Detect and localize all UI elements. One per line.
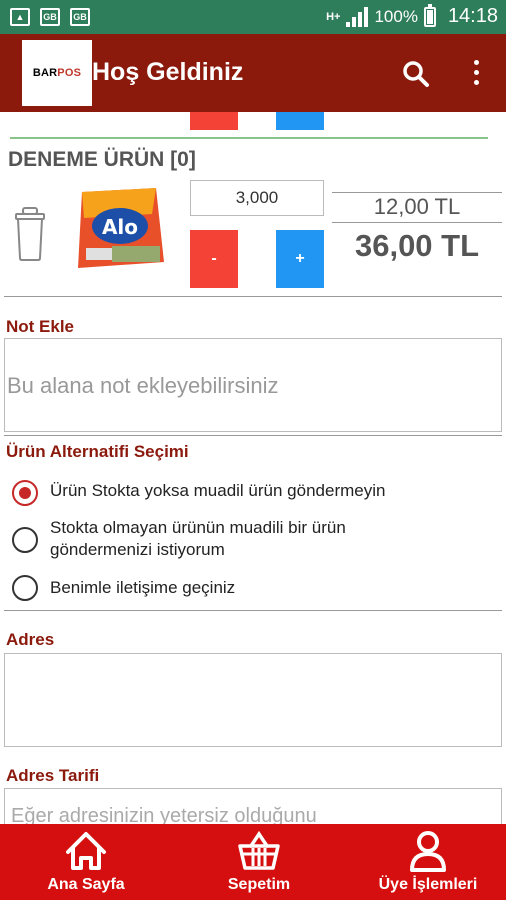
sim-icon: GB bbox=[40, 8, 60, 26]
nav-home-label: Ana Sayfa bbox=[47, 876, 125, 893]
app-bar: BARPOS Hoş Geldiniz bbox=[0, 34, 506, 112]
note-placeholder: Bu alana not ekleyebilirsiniz bbox=[7, 373, 279, 398]
address-label: Adres bbox=[6, 630, 55, 649]
nav-member[interactable]: Üye İşlemleri bbox=[356, 824, 500, 900]
overflow-menu-button[interactable] bbox=[462, 58, 490, 92]
price-divider bbox=[332, 192, 502, 193]
search-icon bbox=[403, 61, 429, 87]
radio-selected-icon[interactable] bbox=[12, 480, 38, 506]
nav-cart[interactable]: Sepetim bbox=[200, 824, 318, 900]
alternative-option-send-substitute[interactable]: Stokta olmayan ürünün muadili bir ürün gö… bbox=[12, 517, 346, 561]
previous-plus-button[interactable] bbox=[276, 112, 324, 130]
nav-cart-label: Sepetim bbox=[227, 876, 291, 893]
alternative-option-no-substitute[interactable]: Ürün Stokta yoksa muadil ürün göndermeyi… bbox=[12, 480, 385, 506]
price-divider bbox=[332, 222, 502, 223]
notification-icons: ▲ GB GB bbox=[10, 8, 90, 26]
total-price: 36,00 TL bbox=[354, 228, 480, 263]
signal-icon bbox=[346, 6, 369, 27]
screen: ▲ GB GB H+ 100% 14:18 BARPOS Hoş Geldini… bbox=[0, 0, 506, 900]
cart-content[interactable]: DENEME ÜRÜN [0] Alo 3,000 - + 12,00 TL 3… bbox=[0, 112, 506, 824]
more-vert-icon bbox=[473, 60, 479, 65]
product-image: Alo bbox=[72, 184, 168, 274]
product-image-brand: Alo bbox=[102, 215, 138, 239]
nav-home[interactable]: Ana Sayfa bbox=[20, 824, 152, 900]
increase-quantity-button[interactable]: + bbox=[276, 230, 324, 288]
user-icon bbox=[410, 831, 446, 872]
status-right: H+ 100% 14:18 bbox=[326, 3, 498, 28]
unit-price: 12,00 TL bbox=[373, 194, 461, 219]
nav-member-label: Üye İşlemleri bbox=[378, 876, 478, 893]
trash-icon bbox=[15, 207, 45, 261]
option-label: Stokta olmayan ürünün muadili bir ürün gö… bbox=[50, 518, 346, 559]
address-desc-input[interactable]: Eğer adresinizin yetersiz olduğunu bbox=[4, 788, 502, 824]
home-icon bbox=[66, 832, 106, 870]
status-bar: ▲ GB GB H+ 100% 14:18 bbox=[0, 0, 506, 34]
product-name: DENEME ÜRÜN [0] bbox=[8, 148, 196, 171]
battery-percent: 100% bbox=[374, 6, 418, 26]
note-input[interactable]: Bu alana not ekleyebilirsiniz bbox=[4, 338, 502, 432]
logo-text-bar: BAR bbox=[32, 67, 58, 79]
bottom-navigation: Ana Sayfa Sepetim Üye İşlemleri bbox=[0, 824, 506, 900]
option-label: Benimle iletişime geçiniz bbox=[50, 578, 236, 597]
app-logo[interactable]: BARPOS bbox=[22, 40, 92, 106]
network-type: H+ bbox=[326, 10, 341, 23]
alternative-option-contact-me[interactable]: Benimle iletişime geçiniz bbox=[12, 575, 235, 601]
divider bbox=[10, 137, 488, 139]
radio-unselected-icon[interactable] bbox=[12, 527, 38, 553]
radio-unselected-icon[interactable] bbox=[12, 575, 38, 601]
divider bbox=[4, 296, 502, 297]
quantity-input[interactable]: 3,000 bbox=[190, 180, 324, 216]
divider bbox=[4, 610, 502, 611]
previous-minus-button[interactable] bbox=[190, 112, 238, 130]
app-title: Hoş Geldiniz bbox=[92, 58, 244, 86]
address-desc-label: Adres Tarifi bbox=[6, 766, 100, 785]
clock: 14:18 bbox=[447, 5, 498, 27]
address-input[interactable] bbox=[4, 653, 502, 747]
gallery-icon: ▲ bbox=[10, 8, 30, 26]
decrease-quantity-button[interactable]: - bbox=[190, 230, 238, 288]
battery-icon bbox=[423, 3, 436, 27]
logo-text-pos: POS bbox=[57, 67, 82, 79]
address-desc-placeholder: Eğer adresinizin yetersiz olduğunu bbox=[11, 805, 317, 824]
basket-icon bbox=[238, 830, 280, 870]
search-button[interactable] bbox=[400, 58, 434, 92]
sim-icon: GB bbox=[70, 8, 90, 26]
delete-button[interactable] bbox=[14, 206, 46, 262]
note-label: Not Ekle bbox=[6, 317, 75, 336]
alternative-label: Ürün Alternatifi Seçimi bbox=[6, 442, 189, 461]
option-label: Ürün Stokta yoksa muadil ürün göndermeyi… bbox=[50, 481, 386, 500]
divider bbox=[4, 435, 502, 436]
